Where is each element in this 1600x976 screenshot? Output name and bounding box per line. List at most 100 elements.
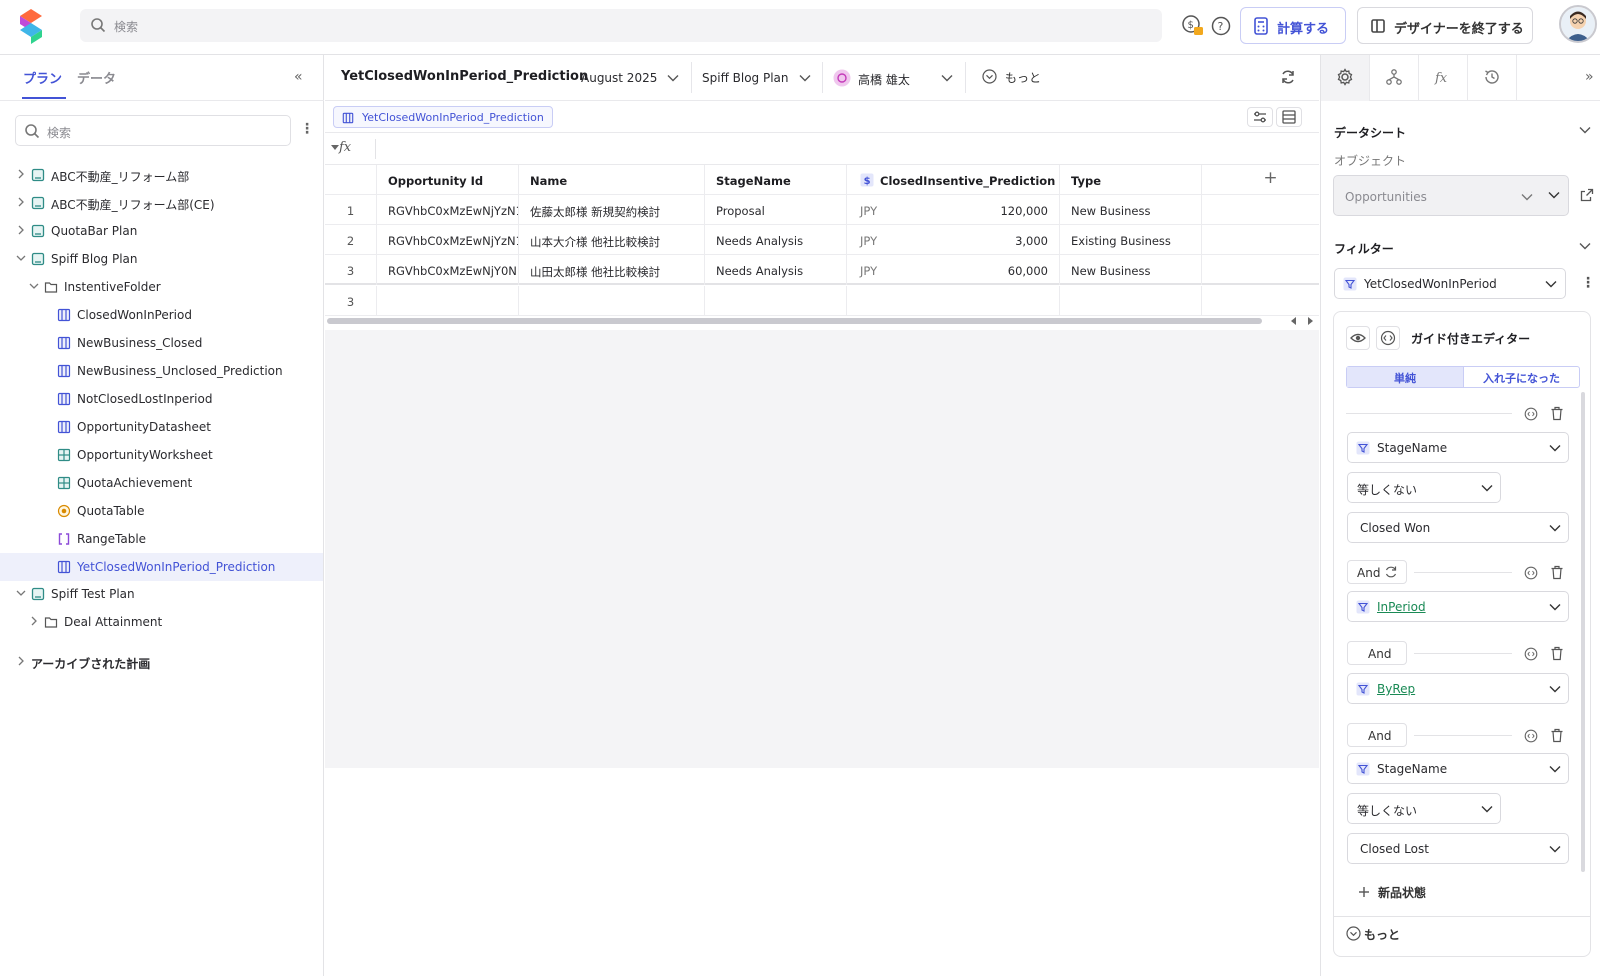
- cell-opportunity-id[interactable]: RGVhbC0xMzEwNjYzN1: [377, 225, 519, 255]
- cell-stage[interactable]: Proposal: [705, 195, 847, 225]
- and-operator-toggle[interactable]: And: [1347, 641, 1407, 665]
- and-operator-toggle[interactable]: And: [1347, 560, 1407, 584]
- formula-bar[interactable]: fx: [325, 133, 1319, 165]
- tree-item-folder[interactable]: Deal Attainment: [0, 608, 323, 636]
- sheet-chip[interactable]: YetClosedWonInPeriod_Prediction: [333, 106, 553, 128]
- tree-item-plan[interactable]: ABC不動産_リフォーム部(CE): [0, 189, 323, 217]
- expand-panel-icon[interactable]: »: [1585, 69, 1594, 85]
- cell-type[interactable]: Existing Business: [1060, 225, 1202, 255]
- chevron-right-icon[interactable]: [16, 197, 26, 207]
- tree-item-datasheet[interactable]: ClosedWonInPeriod: [0, 301, 323, 329]
- chevron-right-icon[interactable]: [16, 656, 26, 666]
- filter-menu-icon[interactable]: ⋮: [1581, 275, 1595, 291]
- tab-data[interactable]: データ: [77, 68, 116, 87]
- table-view-icon[interactable]: [1276, 107, 1302, 127]
- sidebar-search-input[interactable]: 検索: [15, 115, 291, 146]
- and-operator-toggle[interactable]: And: [1347, 723, 1407, 747]
- cell-stage[interactable]: Needs Analysis: [705, 225, 847, 255]
- sidebar-menu-icon[interactable]: ⋮: [300, 121, 314, 137]
- condition-field-select[interactable]: StageName: [1347, 432, 1569, 463]
- condition-value-select[interactable]: Closed Won: [1347, 512, 1569, 543]
- tab-plan[interactable]: プラン: [23, 68, 62, 87]
- refresh-icon[interactable]: [1280, 69, 1296, 85]
- tab-settings[interactable]: [1321, 55, 1370, 101]
- collapse-sidebar-icon[interactable]: «: [294, 69, 303, 85]
- cell-name[interactable]: 山本大介様 他社比較検討: [519, 225, 705, 255]
- tab-hierarchy[interactable]: [1370, 55, 1419, 101]
- table-row[interactable]: 2 RGVhbC0xMzEwNjYzN1 山本大介様 他社比較検討 Needs …: [325, 225, 1319, 255]
- cell-closed-insentive[interactable]: JPY 120,000: [847, 195, 1060, 225]
- condition-filter-select[interactable]: ByRep: [1347, 673, 1569, 704]
- period-select[interactable]: August 2025: [571, 62, 692, 93]
- cell-closed-insentive[interactable]: JPY 60,000: [847, 255, 1060, 285]
- filter-select[interactable]: YetClosedWonInPeriod: [1334, 268, 1566, 299]
- column-header-name[interactable]: Name: [519, 165, 705, 195]
- tree-item-worksheet[interactable]: OpportunityWorksheet: [0, 441, 323, 469]
- mode-simple[interactable]: 単純: [1347, 367, 1463, 387]
- tree-item-plan[interactable]: QuotaBar Plan: [0, 217, 323, 245]
- chevron-right-icon[interactable]: [16, 225, 26, 235]
- cell-name[interactable]: 山田太郎様 他社比較検討: [519, 255, 705, 285]
- caret-down-icon[interactable]: [331, 145, 339, 151]
- chevron-down-icon[interactable]: [1579, 241, 1591, 251]
- trash-icon[interactable]: [1550, 646, 1564, 661]
- tree-item-datasheet[interactable]: OpportunityDatasheet: [0, 413, 323, 441]
- chevron-right-icon[interactable]: [29, 616, 39, 626]
- logo-icon[interactable]: [16, 7, 46, 45]
- scroll-left-icon[interactable]: [1290, 317, 1298, 325]
- condition-filter-link[interactable]: InPeriod: [1377, 600, 1426, 614]
- tab-history[interactable]: [1468, 55, 1517, 101]
- chevron-down-icon[interactable]: [29, 281, 39, 291]
- exit-designer-button[interactable]: デザイナーを終了する: [1357, 7, 1533, 44]
- cell-opportunity-id[interactable]: RGVhbC0xMzEwNjY0N: [377, 255, 519, 285]
- code-icon[interactable]: [1524, 407, 1538, 421]
- condition-filter-select[interactable]: InPeriod: [1347, 591, 1569, 622]
- tree-item-datasheet-selected[interactable]: YetClosedWonInPeriod_Prediction: [0, 553, 323, 581]
- chevron-down-icon[interactable]: [16, 588, 26, 598]
- eye-icon[interactable]: [1346, 326, 1370, 350]
- tree-item-plan[interactable]: Spiff Blog Plan: [0, 245, 323, 273]
- scroll-right-icon[interactable]: [1306, 317, 1314, 325]
- tree-item-datasheet[interactable]: NewBusiness_Closed: [0, 329, 323, 357]
- table-row[interactable]: 1 RGVhbC0xMzEwNjYzN1 佐藤太郎様 新規契約検討 Propos…: [325, 195, 1319, 225]
- column-header-opportunity-id[interactable]: Opportunity Id: [377, 165, 519, 195]
- column-header-closed-insentive[interactable]: $ ClosedInsentive_Prediction: [847, 165, 1060, 195]
- tree-item-plan[interactable]: Spiff Test Plan: [0, 580, 323, 608]
- tree-item-quota-table[interactable]: QuotaTable: [0, 497, 323, 525]
- tab-formula[interactable]: fx: [1419, 55, 1468, 101]
- object-select[interactable]: Opportunities: [1333, 175, 1569, 216]
- tree-item-datasheet[interactable]: NotClosedLostInperiod: [0, 385, 323, 413]
- table-row[interactable]: 3 RGVhbC0xMzEwNjY0N 山田太郎様 他社比較検討 Needs A…: [325, 255, 1319, 285]
- column-header-stage[interactable]: StageName: [705, 165, 847, 195]
- tree-item-plan[interactable]: ABC不動産_リフォーム部: [0, 161, 323, 189]
- column-settings-icon[interactable]: [1247, 107, 1273, 127]
- cell-stage[interactable]: Needs Analysis: [705, 255, 847, 285]
- code-icon[interactable]: [1524, 729, 1538, 743]
- tree-item-archived-plans[interactable]: アーカイブされた計画: [0, 648, 323, 676]
- tree-item-folder[interactable]: InstentiveFolder: [0, 273, 323, 301]
- trash-icon[interactable]: [1550, 565, 1564, 580]
- help-icon[interactable]: ?: [1209, 14, 1233, 38]
- tree-item-range-table[interactable]: RangeTable: [0, 525, 323, 553]
- chevron-down-icon[interactable]: [16, 253, 26, 263]
- tree-item-worksheet[interactable]: QuotaAchievement: [0, 469, 323, 497]
- global-search-input[interactable]: 検索: [80, 9, 1162, 42]
- horizontal-scrollbar[interactable]: [327, 318, 1262, 324]
- code-icon[interactable]: [1524, 566, 1538, 580]
- mode-nested[interactable]: 入れ子になった: [1463, 367, 1579, 387]
- external-link-icon[interactable]: [1580, 188, 1594, 202]
- vertical-scrollbar[interactable]: [1581, 392, 1585, 872]
- tree-item-datasheet[interactable]: NewBusiness_Unclosed_Prediction: [0, 357, 323, 385]
- trash-icon[interactable]: [1550, 406, 1564, 421]
- condition-filter-link[interactable]: ByRep: [1377, 682, 1415, 696]
- cell-closed-insentive[interactable]: JPY 3,000: [847, 225, 1060, 255]
- avatar[interactable]: [1559, 5, 1597, 43]
- condition-operator-select[interactable]: 等しくない: [1347, 793, 1501, 824]
- code-icon[interactable]: [1524, 647, 1538, 661]
- chevron-down-icon[interactable]: [1579, 125, 1591, 135]
- cell-name[interactable]: 佐藤太郎様 新規契約検討: [519, 195, 705, 225]
- plan-select[interactable]: Spiff Blog Plan: [692, 62, 823, 93]
- user-select[interactable]: 高橋 雄太: [823, 62, 966, 93]
- cell-type[interactable]: New Business: [1060, 255, 1202, 285]
- commission-lock-icon[interactable]: $: [1181, 14, 1205, 38]
